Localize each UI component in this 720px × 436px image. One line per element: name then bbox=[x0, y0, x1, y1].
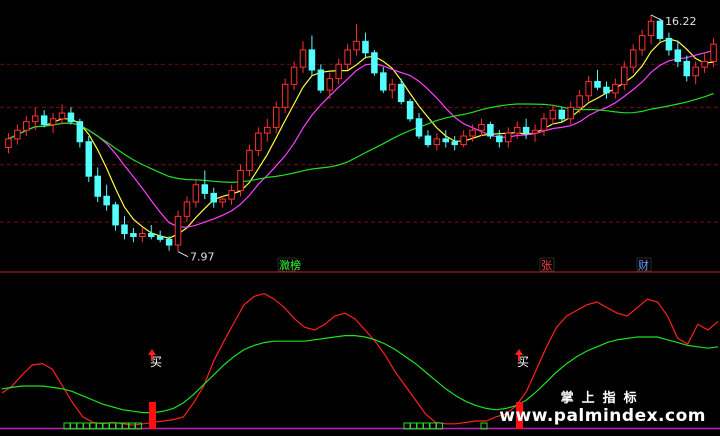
candle bbox=[5, 133, 12, 154]
candle bbox=[621, 61, 628, 91]
candle bbox=[335, 58, 342, 85]
candle bbox=[183, 196, 191, 223]
candle bbox=[94, 167, 101, 202]
candle bbox=[228, 184, 235, 205]
badge-3: 财 bbox=[638, 258, 649, 272]
candle bbox=[156, 230, 164, 243]
candle bbox=[371, 49, 378, 76]
candle bbox=[344, 44, 351, 70]
candle bbox=[638, 29, 646, 56]
candle bbox=[210, 187, 218, 208]
watermark-url: www.palmindex.com bbox=[499, 406, 706, 426]
high-label: 16.22 bbox=[665, 15, 697, 28]
candle bbox=[85, 136, 93, 182]
candle bbox=[665, 32, 673, 56]
indicator-signals: 买 买 bbox=[63, 349, 529, 430]
candle bbox=[487, 121, 494, 139]
candle bbox=[433, 133, 441, 151]
event-badges: 㵟榜 张 财 bbox=[277, 257, 652, 272]
candle bbox=[451, 136, 458, 151]
candle bbox=[478, 118, 485, 136]
badge-1: 㵟榜 bbox=[279, 258, 301, 272]
ma-mid-line bbox=[8, 49, 714, 228]
candle bbox=[103, 184, 110, 211]
high-pointer bbox=[650, 14, 664, 22]
candle bbox=[201, 170, 209, 200]
candle bbox=[192, 179, 200, 208]
candle bbox=[406, 98, 414, 122]
candle bbox=[299, 41, 307, 73]
candle bbox=[272, 101, 280, 134]
watermark: 掌上指标 www.palmindex.com bbox=[499, 387, 706, 426]
low-label: 7.97 bbox=[190, 251, 215, 264]
low-pointer bbox=[177, 251, 189, 258]
candle bbox=[567, 101, 575, 125]
candle bbox=[692, 61, 699, 85]
candle bbox=[388, 78, 396, 99]
candle bbox=[67, 107, 75, 125]
candle bbox=[14, 124, 21, 145]
candle bbox=[380, 67, 387, 93]
candle bbox=[219, 196, 226, 208]
stock-chart: 16.22 7.97 㵟榜 张 财 买 买 bbox=[0, 14, 720, 430]
candle bbox=[121, 216, 128, 240]
candle bbox=[317, 64, 325, 93]
candle bbox=[424, 130, 432, 148]
candle bbox=[362, 32, 369, 59]
candle bbox=[264, 118, 271, 142]
candle bbox=[353, 24, 360, 56]
buy-bar bbox=[149, 402, 156, 429]
candle bbox=[290, 61, 298, 91]
candle bbox=[656, 18, 664, 42]
candle bbox=[629, 44, 637, 73]
candle bbox=[23, 115, 30, 136]
candle bbox=[139, 227, 146, 243]
candle bbox=[558, 107, 566, 122]
candle bbox=[281, 78, 289, 114]
candle bbox=[612, 78, 619, 99]
candle bbox=[112, 202, 119, 231]
candle bbox=[603, 81, 610, 99]
candle bbox=[442, 130, 450, 148]
candle bbox=[496, 130, 503, 148]
candle bbox=[415, 113, 423, 139]
candle bbox=[76, 118, 84, 148]
candle bbox=[647, 14, 655, 45]
candle bbox=[326, 72, 334, 99]
candle bbox=[255, 127, 262, 157]
candle bbox=[49, 113, 57, 134]
candle bbox=[504, 127, 512, 148]
candle bbox=[701, 52, 708, 73]
candle bbox=[174, 210, 182, 252]
candle bbox=[522, 118, 530, 139]
candle bbox=[531, 124, 539, 142]
candle bbox=[130, 227, 137, 243]
candle bbox=[165, 236, 173, 251]
candle bbox=[585, 75, 592, 102]
candle bbox=[540, 113, 548, 136]
candle bbox=[683, 55, 691, 82]
candle bbox=[40, 110, 48, 128]
candle bbox=[460, 130, 467, 148]
watermark-title: 掌上指标 bbox=[560, 391, 645, 406]
badge-2: 张 bbox=[541, 259, 552, 272]
candle bbox=[246, 144, 253, 177]
candle bbox=[674, 41, 682, 68]
candle bbox=[308, 35, 316, 76]
candlesticks bbox=[5, 14, 717, 252]
candle bbox=[594, 70, 601, 91]
